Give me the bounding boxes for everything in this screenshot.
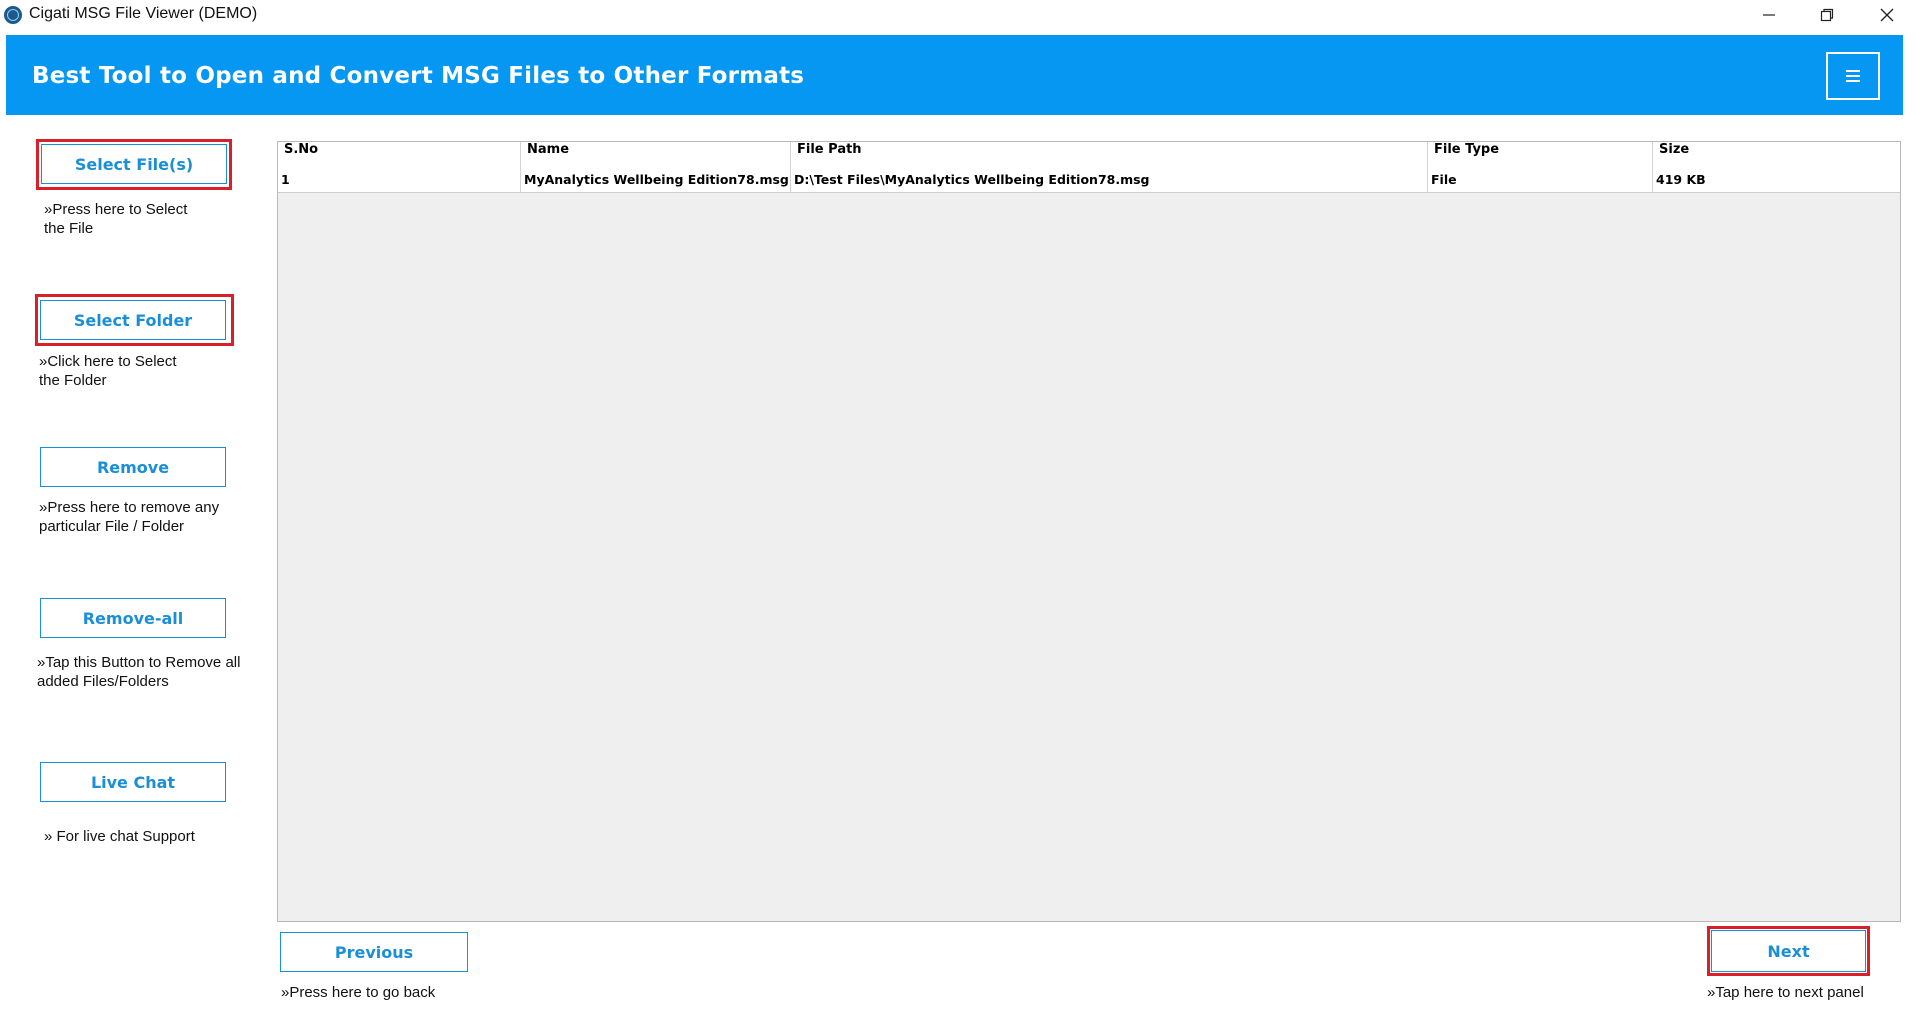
column-header-file-type[interactable]: File Type: [1428, 142, 1653, 172]
previous-hint: »Press here to go back: [281, 984, 436, 1001]
restore-icon[interactable]: [1804, 0, 1850, 30]
column-header-name[interactable]: Name: [521, 142, 791, 172]
window-title-bar: Cigati MSG File Viewer (DEMO): [0, 0, 1918, 30]
cell-file-path: D:\Test Files\MyAnalytics Wellbeing Edit…: [791, 172, 1428, 192]
minimize-icon[interactable]: [1746, 0, 1792, 30]
remove-hint: »Press here to remove any particular Fil…: [39, 499, 220, 535]
live-chat-hint: » For live chat Support: [44, 828, 195, 845]
hamburger-menu-icon: [1846, 70, 1860, 82]
header-banner: Best Tool to Open and Convert MSG Files …: [6, 35, 1903, 115]
hamburger-menu-button[interactable]: [1826, 52, 1880, 100]
live-chat-button[interactable]: Live Chat: [40, 762, 226, 802]
table-header: S.No Name File Path File Type Size: [278, 142, 1900, 173]
select-folder-button[interactable]: Select Folder: [40, 300, 226, 340]
cell-name: MyAnalytics Wellbeing Edition78.msg: [521, 172, 791, 192]
cell-file-type: File: [1428, 172, 1653, 192]
remove-all-button[interactable]: Remove-all: [40, 598, 226, 638]
next-button[interactable]: Next: [1711, 930, 1866, 972]
column-header-file-path[interactable]: File Path: [791, 142, 1428, 172]
next-hint: »Tap here to next panel: [1707, 984, 1864, 1001]
cell-sno: 1: [278, 172, 521, 192]
window-title: Cigati MSG File Viewer (DEMO): [29, 5, 258, 22]
select-folder-hint: »Click here to Select the Folder: [39, 353, 177, 389]
file-list-table[interactable]: S.No Name File Path File Type Size 1 MyA…: [277, 141, 1901, 922]
table-row[interactable]: 1 MyAnalytics Wellbeing Edition78.msg D:…: [278, 172, 1900, 193]
remove-button[interactable]: Remove: [40, 447, 226, 487]
header-title: Best Tool to Open and Convert MSG Files …: [32, 63, 805, 89]
select-files-hint: »Press here to Select the File: [44, 201, 188, 237]
close-icon[interactable]: [1864, 0, 1910, 30]
select-files-button[interactable]: Select File(s): [41, 144, 227, 184]
remove-all-hint: »Tap this Button to Remove all added Fil…: [37, 654, 241, 690]
column-header-sno[interactable]: S.No: [278, 142, 521, 172]
column-header-size[interactable]: Size: [1653, 142, 1900, 172]
app-logo-icon: [4, 6, 22, 24]
previous-button[interactable]: Previous: [280, 932, 468, 972]
cell-size: 419 KB: [1656, 172, 1706, 187]
